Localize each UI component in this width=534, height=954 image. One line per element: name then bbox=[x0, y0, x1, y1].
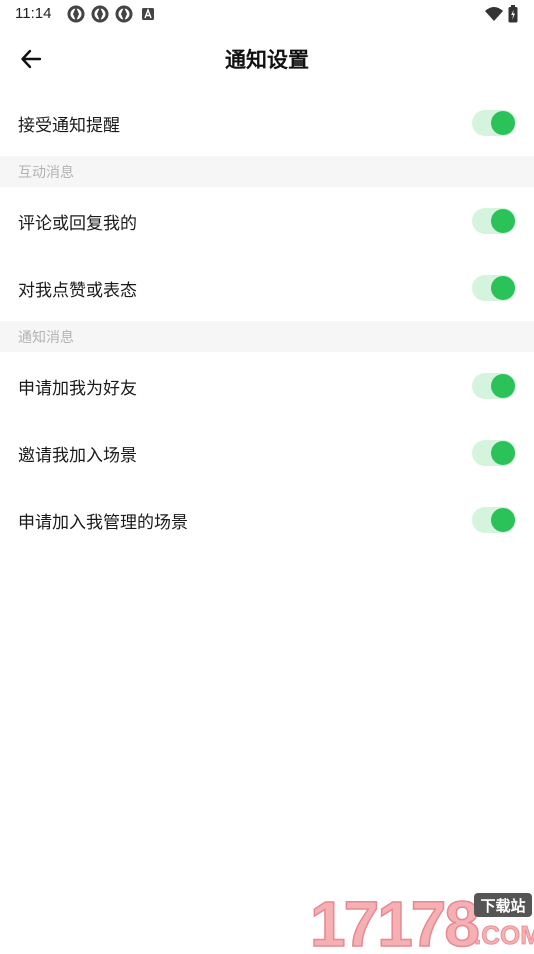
svg-text:.COM: .COM bbox=[474, 920, 534, 950]
receive-notifications-toggle[interactable] bbox=[472, 110, 516, 136]
section-header-interaction: 互动消息 bbox=[0, 156, 534, 187]
setting-label: 申请加入我管理的场景 bbox=[18, 513, 188, 533]
section-header-notifications: 通知消息 bbox=[0, 321, 534, 352]
section-title: 通知消息 bbox=[18, 330, 74, 346]
scene-join-requests-toggle[interactable] bbox=[472, 507, 516, 533]
page-title: 通知设置 bbox=[225, 48, 309, 72]
setting-row-likes-reactions: 对我点赞或表态 bbox=[0, 254, 534, 321]
setting-row-comments-replies: 评论或回复我的 bbox=[0, 187, 534, 254]
toggle-knob bbox=[491, 209, 515, 233]
friend-requests-toggle[interactable] bbox=[472, 373, 516, 399]
comments-replies-toggle[interactable] bbox=[472, 208, 516, 234]
svg-text:下载站: 下载站 bbox=[480, 897, 525, 915]
wifi-icon bbox=[485, 7, 503, 21]
toggle-knob bbox=[491, 374, 515, 398]
scene-invites-toggle[interactable] bbox=[472, 440, 516, 466]
setting-label: 申请加我为好友 bbox=[18, 379, 137, 399]
a-badge-icon bbox=[142, 8, 154, 20]
battery-icon bbox=[508, 5, 518, 23]
setting-label: 邀请我加入场景 bbox=[18, 446, 137, 466]
setting-row-receive-notifications: 接受通知提醒 bbox=[0, 89, 534, 156]
setting-row-scene-invites: 邀请我加入场景 bbox=[0, 419, 534, 486]
setting-row-scene-join-requests: 申请加入我管理的场景 bbox=[0, 486, 534, 553]
status-notification-icons bbox=[67, 5, 157, 23]
likes-reactions-toggle[interactable] bbox=[472, 275, 516, 301]
toggle-knob bbox=[491, 276, 515, 300]
watermark-logo: 17178 下载站 .COM bbox=[308, 884, 534, 954]
status-system-icons bbox=[484, 5, 518, 23]
setting-label: 接受通知提醒 bbox=[18, 116, 120, 136]
toggle-knob bbox=[491, 111, 515, 135]
svg-text:17178: 17178 bbox=[310, 888, 478, 950]
sync-icon bbox=[115, 5, 133, 23]
watermark-logo-image: 17178 下载站 .COM bbox=[309, 887, 534, 954]
sync-icon bbox=[67, 5, 85, 23]
status-bar: 11:14 bbox=[0, 0, 534, 28]
status-time: 11:14 bbox=[15, 5, 52, 22]
sync-icon bbox=[91, 5, 109, 23]
toggle-knob bbox=[491, 441, 515, 465]
app-bar: 通知设置 bbox=[0, 28, 534, 88]
setting-label: 评论或回复我的 bbox=[18, 214, 137, 234]
section-title: 互动消息 bbox=[18, 165, 74, 181]
setting-row-friend-requests: 申请加我为好友 bbox=[0, 352, 534, 419]
toggle-knob bbox=[491, 508, 515, 532]
setting-label: 对我点赞或表态 bbox=[18, 281, 137, 301]
